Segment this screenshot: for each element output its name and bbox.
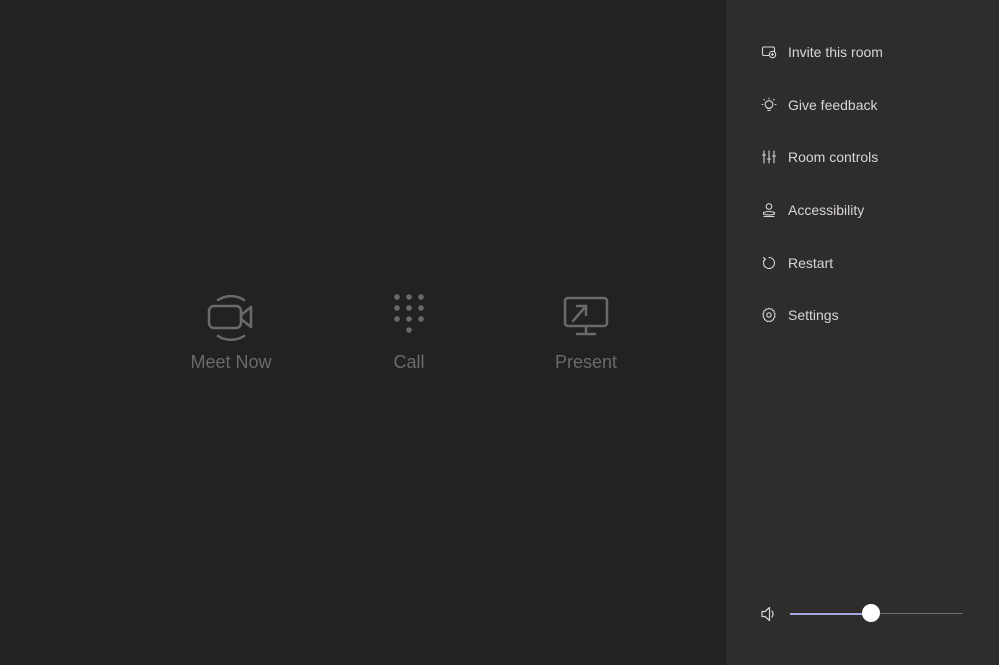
menu-item-settings[interactable]: Settings — [726, 289, 999, 342]
restart-icon — [761, 255, 777, 271]
menu-item-label: Invite this room — [788, 44, 883, 61]
call-label: Call — [393, 352, 425, 372]
menu-item-give-feedback[interactable]: Give feedback — [726, 79, 999, 132]
main-stage: Meet Now Call Present — [0, 0, 726, 665]
side-panel: Invite this room Give feedback Room cont… — [726, 0, 999, 665]
menu-item-accessibility[interactable]: Accessibility — [726, 184, 999, 237]
present-label: Present — [554, 352, 618, 372]
menu-item-label: Restart — [788, 254, 834, 271]
lightbulb-icon — [761, 97, 777, 113]
meet-now-button[interactable]: Meet Now — [161, 288, 301, 373]
volume-control — [760, 603, 966, 625]
volume-slider-fill — [790, 612, 872, 615]
menu-item-invite-this-room[interactable]: Invite this room — [726, 26, 999, 79]
present-button[interactable]: Present — [516, 288, 656, 373]
share-screen-icon — [516, 288, 656, 344]
volume-slider[interactable] — [790, 604, 963, 622]
menu-item-restart[interactable]: Restart — [726, 236, 999, 289]
menu-item-label: Accessibility — [788, 202, 865, 219]
gear-icon — [761, 307, 777, 323]
dialpad-icon — [339, 288, 479, 344]
sliders-icon — [761, 149, 777, 165]
accessibility-icon — [761, 202, 777, 218]
cast-icon — [761, 44, 777, 60]
menu-item-label: Room controls — [788, 149, 879, 166]
video-camera-icon — [161, 288, 301, 344]
panel-menu: Invite this room Give feedback Room cont… — [726, 26, 999, 342]
volume-slider-thumb[interactable] — [862, 604, 881, 622]
menu-item-room-controls[interactable]: Room controls — [726, 131, 999, 184]
meet-now-label: Meet Now — [190, 352, 272, 372]
menu-item-label: Settings — [788, 307, 839, 324]
menu-item-label: Give feedback — [788, 96, 878, 113]
call-button[interactable]: Call — [339, 288, 479, 373]
speaker-icon[interactable] — [760, 605, 778, 623]
